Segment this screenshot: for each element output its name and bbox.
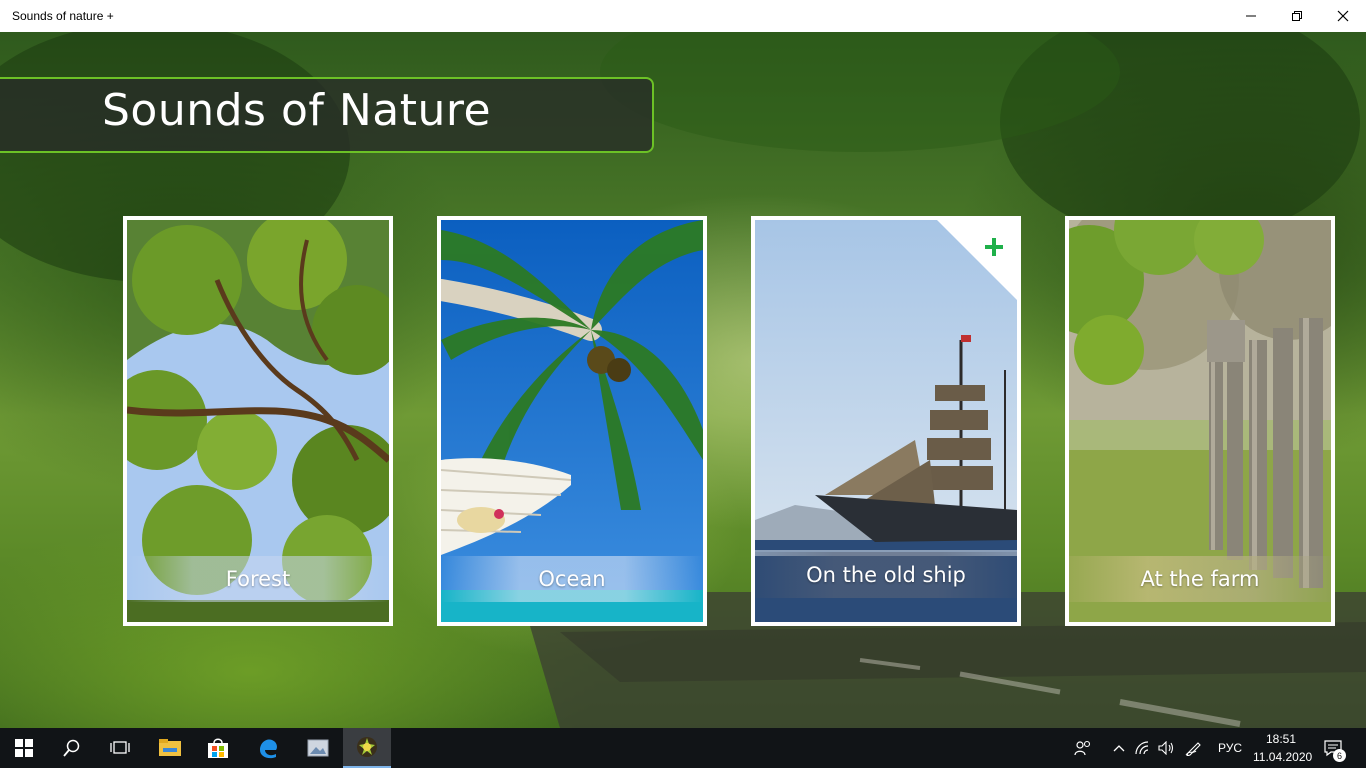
card-label-strip: At the farm [1069, 556, 1331, 602]
people-button[interactable] [1072, 728, 1094, 768]
card-label: Forest [225, 567, 291, 591]
app-header: Sounds of Nature [0, 77, 654, 153]
store-button[interactable] [194, 728, 242, 768]
pen-workspace-button[interactable] [1183, 728, 1205, 768]
people-icon [1074, 740, 1091, 756]
store-icon [208, 738, 228, 758]
close-button[interactable] [1320, 0, 1366, 32]
file-explorer-button[interactable] [146, 728, 194, 768]
card-at-the-farm[interactable]: At the farm [1065, 216, 1335, 626]
show-hidden-icons-button[interactable] [1108, 728, 1130, 768]
taskbar: РУС 18:51 11.04.2020 6 [0, 728, 1366, 768]
restore-button[interactable] [1274, 0, 1320, 32]
edge-icon [260, 739, 277, 759]
clock-date[interactable]: 11.04.2020 [1253, 750, 1312, 764]
card-label: On the old ship [806, 563, 966, 587]
window-title: Sounds of nature + [12, 9, 114, 23]
restore-icon [1292, 11, 1302, 21]
start-button[interactable] [0, 728, 48, 768]
network-button[interactable] [1133, 728, 1155, 768]
action-center-button[interactable]: 6 [1318, 728, 1348, 768]
plus-icon [981, 234, 1007, 260]
card-ocean[interactable]: Ocean [437, 216, 707, 626]
photos-button[interactable] [294, 728, 342, 768]
input-language[interactable]: РУС [1218, 741, 1242, 755]
edge-button[interactable] [244, 728, 292, 768]
close-icon [1337, 10, 1349, 22]
card-on-the-old-ship[interactable]: On the old ship [751, 216, 1021, 626]
pen-icon [1185, 742, 1201, 756]
card-label: Ocean [538, 567, 606, 591]
sounds-of-nature-app-button[interactable] [343, 728, 391, 768]
chevron-up-icon [1113, 745, 1125, 752]
card-label: At the farm [1140, 567, 1260, 591]
card-label-strip: Forest [127, 556, 389, 602]
wifi-icon [1135, 741, 1149, 755]
page-title: Sounds of Nature [102, 85, 492, 136]
volume-icon [1158, 741, 1174, 755]
notification-count-badge: 6 [1333, 749, 1346, 762]
clock-time[interactable]: 18:51 [1266, 732, 1296, 746]
photos-icon [307, 739, 329, 757]
task-view-icon [110, 741, 130, 754]
volume-button[interactable] [1156, 728, 1178, 768]
card-label-strip: On the old ship [755, 552, 1017, 598]
search-icon [63, 739, 80, 757]
search-button[interactable] [48, 728, 96, 768]
window-title-bar: Sounds of nature + [0, 0, 1366, 32]
start-icon [15, 739, 33, 757]
minimize-icon [1246, 15, 1256, 17]
new-badge-corner [937, 220, 1017, 300]
sounds-of-nature-app-icon [357, 737, 377, 757]
minimize-button[interactable] [1228, 0, 1274, 32]
card-label-strip: Ocean [441, 556, 703, 602]
file-explorer-icon [159, 739, 181, 756]
card-forest[interactable]: Forest [123, 216, 393, 626]
task-view-button[interactable] [96, 728, 144, 768]
